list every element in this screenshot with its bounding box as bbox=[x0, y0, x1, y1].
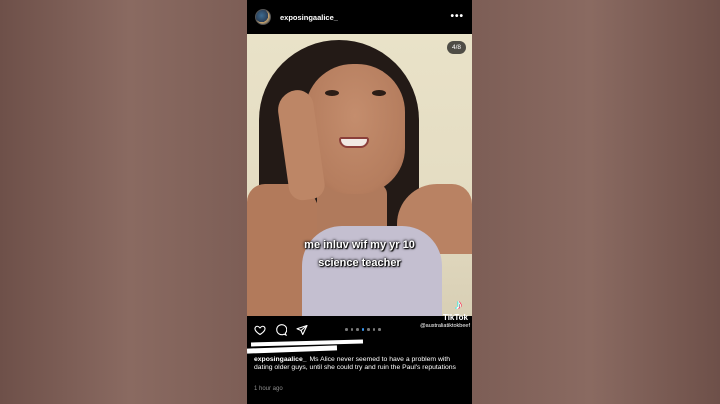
carousel-dot bbox=[345, 328, 348, 331]
post-timestamp: 1 hour ago bbox=[254, 386, 283, 392]
video-caption-overlay: me inluv wif my yr 10 science teacher bbox=[247, 236, 472, 272]
carousel-dot bbox=[372, 328, 375, 331]
carousel-dot bbox=[367, 328, 370, 331]
carousel-count-badge: 4/8 bbox=[446, 41, 466, 54]
avatar[interactable] bbox=[255, 9, 271, 25]
carousel-dot bbox=[356, 328, 359, 331]
more-options-icon[interactable]: ••• bbox=[450, 12, 464, 22]
carousel-indicator bbox=[345, 328, 381, 331]
media-mouth bbox=[339, 137, 369, 148]
media-eye-right bbox=[372, 90, 386, 96]
carousel-dot bbox=[361, 328, 364, 331]
carousel-dot bbox=[350, 328, 353, 331]
tiktok-logo-icon: ♪ bbox=[455, 296, 462, 312]
media-eye-left bbox=[325, 90, 339, 96]
post-media[interactable]: 4/8 me inluv wif my yr 10 science teache… bbox=[247, 34, 472, 316]
tiktok-watermark: ♪ TikTok @australiatiktokbeef bbox=[412, 296, 470, 330]
overlay-line-2: science teacher bbox=[318, 257, 401, 269]
carousel-dot bbox=[378, 328, 381, 331]
redaction-mark bbox=[247, 345, 338, 354]
tiktok-handle: @australiatiktokbeef bbox=[420, 323, 470, 329]
overlay-line-1: me inluv wif my yr 10 bbox=[304, 239, 415, 251]
tiktok-brand: TikTok bbox=[442, 313, 468, 322]
post-caption: exposingaalice_ Ms Alice never seemed to … bbox=[254, 356, 468, 373]
post-header: exposingaalice_ ••• bbox=[247, 0, 472, 34]
send-icon[interactable] bbox=[296, 324, 308, 336]
heart-icon[interactable] bbox=[254, 324, 266, 336]
instagram-post: exposingaalice_ ••• 4/8 me inluv wif my … bbox=[247, 0, 472, 404]
post-username[interactable]: exposingaalice_ bbox=[280, 13, 450, 22]
comment-icon[interactable] bbox=[275, 324, 287, 336]
caption-username[interactable]: exposingaalice_ bbox=[254, 356, 307, 363]
